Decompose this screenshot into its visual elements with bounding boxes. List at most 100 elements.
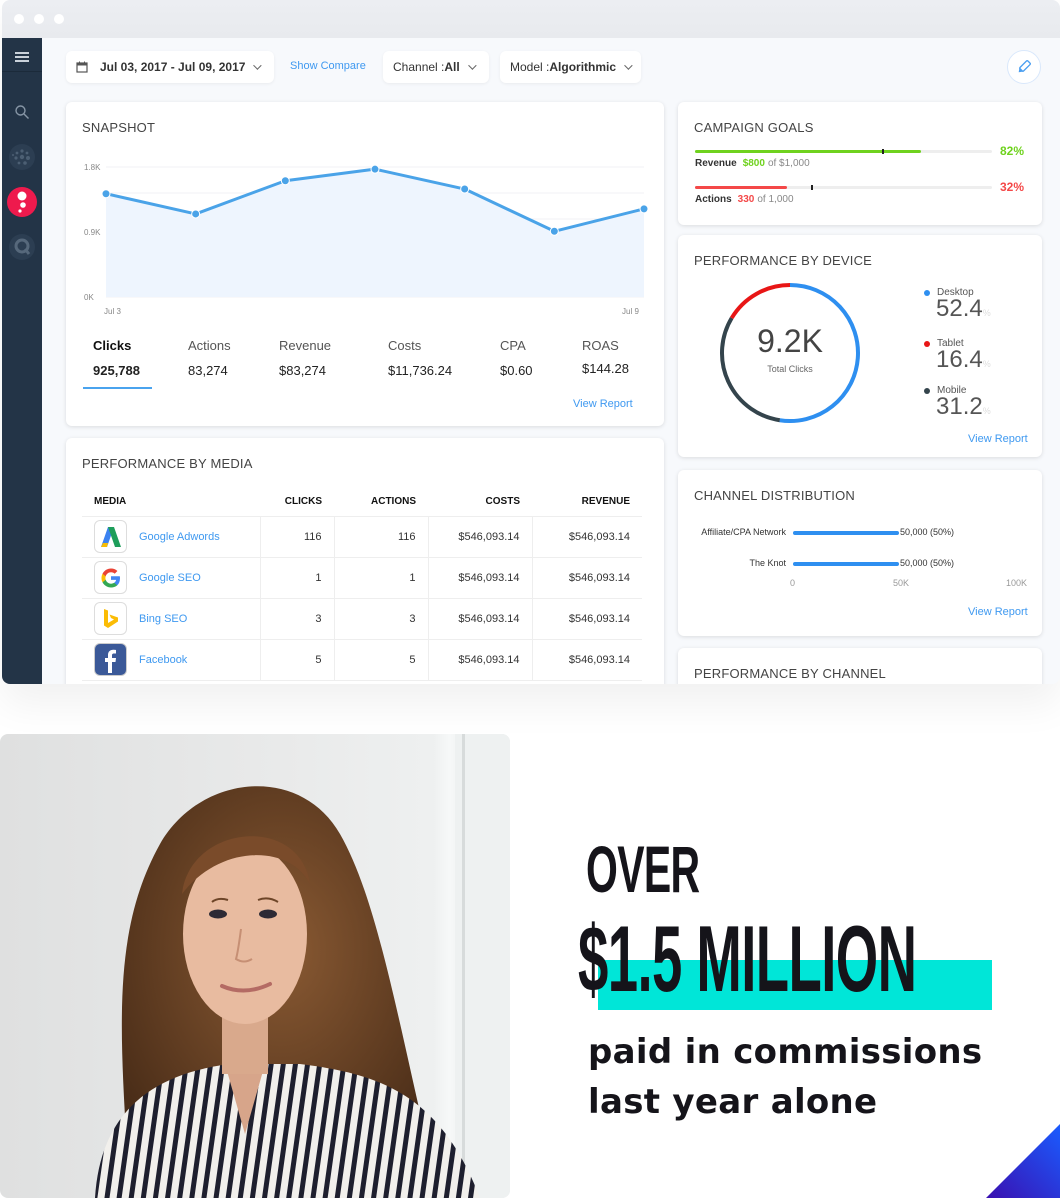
metric-value: $11,736.24 — [388, 363, 453, 378]
legend-dot — [924, 289, 930, 296]
total-clicks-label: Total Clicks — [767, 364, 813, 374]
snapshot-card: SNAPSHOT 0K 0.9K 1.8K Jul 3 Jul 9 Clicks 925… — [66, 102, 664, 426]
bing-icon — [103, 608, 118, 628]
window-control-dot[interactable] — [14, 14, 24, 24]
data-point[interactable] — [101, 189, 111, 199]
donut-segment-tablet[interactable] — [729, 283, 791, 320]
sidebar-app-q[interactable] — [2, 232, 42, 262]
column-header-revenue[interactable]: REVENUE — [532, 488, 642, 517]
revenue-goal-label: Revenue $800 of $1,000 — [695, 158, 810, 169]
metric-roas[interactable]: ROAS $144.28 — [582, 338, 629, 376]
metric-clicks[interactable]: Clicks 925,788 — [93, 338, 140, 378]
sidebar-app-dots[interactable] — [2, 142, 42, 172]
channel-dist-title: CHANNEL DISTRIBUTION — [694, 488, 855, 503]
media-link[interactable]: Facebook — [139, 654, 187, 666]
actions-cell: 116 — [333, 516, 428, 558]
actions-goal-label: Actions 330 of 1,000 — [695, 194, 794, 205]
edit-dashboard-button[interactable] — [1007, 50, 1041, 84]
model-filter-label: Model : — [510, 60, 550, 74]
performance-channel-card: PERFORMANCE BY CHANNEL — [678, 648, 1042, 684]
model-filter-dropdown[interactable]: Model : Algorithmic — [500, 51, 641, 83]
date-range-picker[interactable]: Jul 03, 2017 - Jul 09, 2017 — [66, 51, 274, 83]
campaign-goals-card: CAMPAIGN GOALS 82% Revenue $800 of $1,000 … — [678, 102, 1042, 225]
sidebar-search-button[interactable] — [2, 100, 42, 124]
window-control-dot[interactable] — [34, 14, 44, 24]
window-titlebar — [2, 0, 1060, 38]
clicks-cell: 1 — [259, 557, 334, 599]
data-point[interactable] — [191, 209, 201, 219]
metric-cpa[interactable]: CPA $0.60 — [500, 338, 533, 378]
search-icon — [15, 105, 29, 119]
column-header-clicks[interactable]: CLICKS — [260, 488, 334, 517]
channel-filter-dropdown[interactable]: Channel : All — [383, 51, 489, 83]
revenue-goal-fill — [695, 150, 921, 153]
legend-desktop: Desktop 52.4% — [924, 287, 991, 324]
data-point[interactable] — [639, 204, 649, 214]
actions-goal-marker — [810, 185, 813, 190]
y-tick-label: 0.9K — [84, 228, 101, 237]
channel-distribution-card: CHANNEL DISTRIBUTION Affiliate/CPA Netwo… — [678, 470, 1042, 636]
promo-amount-text: $1.5 MILLION — [578, 906, 917, 1011]
revenue-goal-percent: 82% — [999, 144, 1024, 158]
percent-sign: % — [982, 308, 991, 318]
column-header-actions[interactable]: ACTIONS — [334, 488, 428, 517]
column-header-costs[interactable]: COSTS — [428, 488, 532, 517]
metric-label: ROAS — [582, 338, 619, 353]
show-compare-link[interactable]: Show Compare — [290, 60, 366, 72]
sidebar-app-bubbles[interactable] — [2, 186, 42, 218]
metric-revenue[interactable]: Revenue $83,274 — [279, 338, 331, 378]
person-portrait-illustration — [95, 734, 510, 1198]
window-control-dot[interactable] — [54, 14, 64, 24]
goal-current: 330 — [737, 194, 755, 205]
revenue-cell: $546,093.14 — [531, 639, 642, 681]
actions-cell: 3 — [333, 598, 428, 640]
sidebar — [2, 38, 42, 684]
device-view-report-link[interactable]: View Report — [968, 433, 1028, 445]
revenue-cell: $546,093.14 — [531, 598, 642, 640]
data-point[interactable] — [549, 226, 559, 236]
main-content: Jul 03, 2017 - Jul 09, 2017 Show Compare… — [42, 38, 1060, 684]
chevron-down-icon — [467, 61, 477, 70]
table-row: Google Adwords 116 116 $546,093.14 $546,… — [82, 516, 642, 558]
revenue-cell: $546,093.14 — [531, 557, 642, 599]
actions-goal-progress — [695, 185, 992, 190]
media-title: PERFORMANCE BY MEDIA — [82, 456, 253, 471]
metric-label: Revenue — [279, 338, 332, 353]
active-metric-indicator — [83, 387, 152, 389]
google-adwords-logo — [94, 520, 127, 553]
media-link[interactable]: Google SEO — [139, 572, 201, 584]
legend-tablet: Tablet 16.4% — [924, 338, 991, 375]
channel-view-report-link[interactable]: View Report — [968, 606, 1028, 618]
data-point[interactable] — [460, 184, 470, 194]
goal-current: $800 — [742, 158, 765, 169]
series-area — [106, 169, 644, 297]
channel-value: 50,000 (50%) — [900, 527, 955, 537]
device-card: PERFORMANCE BY DEVICE 9.2K Total Clicks … — [678, 235, 1042, 457]
promo-over-text: OVER — [586, 832, 700, 906]
bing-logo — [94, 602, 127, 635]
legend-value: 16.4 — [936, 346, 983, 373]
snapshot-view-report-link[interactable]: View Report — [573, 398, 633, 410]
costs-cell: $546,093.14 — [427, 598, 532, 640]
column-header-media[interactable]: MEDIA — [82, 488, 260, 517]
facebook-icon — [104, 649, 116, 673]
legend-dot — [924, 340, 930, 347]
google-adwords-icon — [100, 526, 121, 547]
metric-costs[interactable]: Costs $11,736.24 — [388, 338, 452, 378]
dots-cluster-icon — [9, 144, 35, 170]
google-g-icon — [101, 568, 120, 587]
data-point[interactable] — [280, 176, 290, 186]
media-link[interactable]: Google Adwords — [139, 531, 220, 543]
metric-actions[interactable]: Actions 83,274 — [188, 338, 231, 378]
channel-label: Affiliate/CPA Network — [701, 527, 786, 537]
media-table: MEDIA CLICKS ACTIONS COSTS REVENUE Googl… — [82, 488, 642, 681]
data-point[interactable] — [370, 164, 380, 174]
model-filter-value: Algorithmic — [549, 60, 617, 74]
table-row: Bing SEO 3 3 $546,093.14 $546,093.14 — [82, 598, 642, 640]
sidebar-menu-button[interactable] — [2, 42, 42, 72]
media-link[interactable]: Bing SEO — [139, 613, 187, 625]
clicks-cell: 5 — [259, 639, 334, 681]
google-logo — [94, 561, 127, 594]
goal-name: Revenue — [695, 158, 737, 169]
menu-icon — [15, 51, 29, 62]
